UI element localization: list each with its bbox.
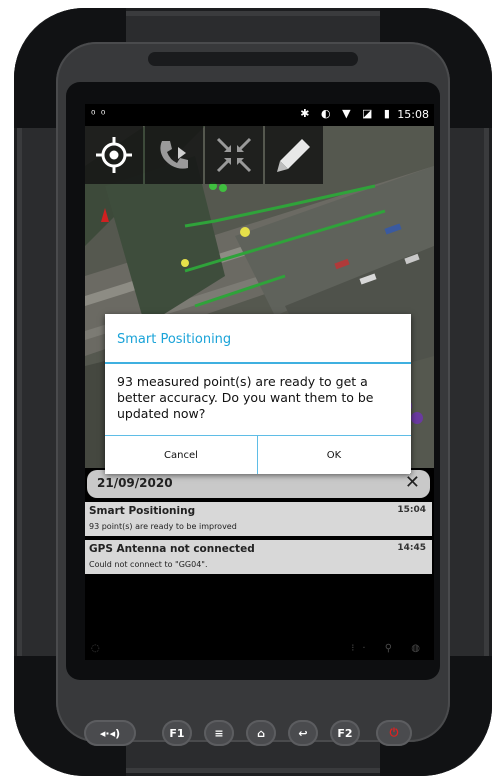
crosshair-icon bbox=[96, 137, 132, 173]
home-icon[interactable]: ⌂ bbox=[246, 720, 276, 746]
menu-icon[interactable]: ≡ bbox=[204, 720, 234, 746]
status-clock: 15:08 bbox=[397, 108, 429, 121]
bottom-bar: ◌ ⁝· ⚲ ◍ bbox=[85, 640, 434, 660]
notification-item[interactable]: Smart Positioning 15:04 93 point(s) are … bbox=[85, 502, 432, 536]
collapse-button[interactable] bbox=[205, 126, 263, 184]
notification-panel: 21/09/2020 ✕ Smart Positioning 15:04 93 … bbox=[85, 468, 434, 660]
earpiece-speaker bbox=[148, 52, 358, 66]
phone-forward-icon bbox=[160, 141, 188, 169]
locate-button[interactable] bbox=[85, 126, 143, 184]
notification-time: 15:04 bbox=[397, 505, 426, 515]
dialog-title-divider bbox=[105, 362, 411, 364]
notification-time: 14:45 bbox=[397, 543, 426, 553]
notification-body: Could not connect to "GG04". bbox=[89, 560, 208, 569]
notification-item[interactable]: GPS Antenna not connected 14:45 Could no… bbox=[85, 540, 432, 574]
status-notification-icons: ⁰ ⁰ bbox=[91, 108, 107, 121]
status-bar: ⁰ ⁰ ✱ ◐ ▼ ◪ ▮ 15:08 bbox=[85, 104, 434, 126]
draw-button[interactable] bbox=[265, 126, 323, 184]
close-icon[interactable]: ✕ bbox=[405, 472, 420, 493]
f2-button[interactable]: F2 bbox=[330, 720, 360, 746]
gnss-status-icons: ⁝· ⚲ ◍ bbox=[351, 643, 428, 654]
notification-title: GPS Antenna not connected bbox=[89, 543, 255, 555]
map-toolbar bbox=[85, 126, 325, 184]
notification-date: 21/09/2020 bbox=[97, 476, 173, 490]
collapse-arrows-icon bbox=[216, 137, 252, 173]
f1-button[interactable]: F1 bbox=[162, 720, 192, 746]
pencil-icon bbox=[277, 139, 310, 172]
hardware-button-bar: ◂·◂) F1 ≡ ⌂ ↩ F2 ⏻ bbox=[70, 712, 426, 756]
power-icon[interactable]: ⏻ bbox=[376, 720, 412, 746]
settings-icon[interactable]: ◌ bbox=[91, 643, 100, 654]
ok-button[interactable]: OK bbox=[258, 436, 410, 474]
smart-positioning-dialog: Smart Positioning 93 measured point(s) a… bbox=[105, 314, 411, 474]
status-system-icons: ✱ ◐ ▼ ◪ ▮ bbox=[300, 107, 394, 120]
volume-button[interactable]: ◂·◂) bbox=[84, 720, 136, 746]
dialog-button-row: Cancel OK bbox=[105, 435, 411, 474]
cancel-button[interactable]: Cancel bbox=[105, 436, 258, 474]
dialog-message: 93 measured point(s) are ready to get a … bbox=[117, 374, 374, 421]
notification-header: 21/09/2020 ✕ bbox=[87, 470, 430, 498]
dialog-title: Smart Positioning bbox=[117, 332, 232, 347]
back-icon[interactable]: ↩ bbox=[288, 720, 318, 746]
call-forward-button[interactable] bbox=[145, 126, 203, 184]
notification-title: Smart Positioning bbox=[89, 505, 196, 517]
notification-body: 93 point(s) are ready to be improved bbox=[89, 522, 237, 531]
